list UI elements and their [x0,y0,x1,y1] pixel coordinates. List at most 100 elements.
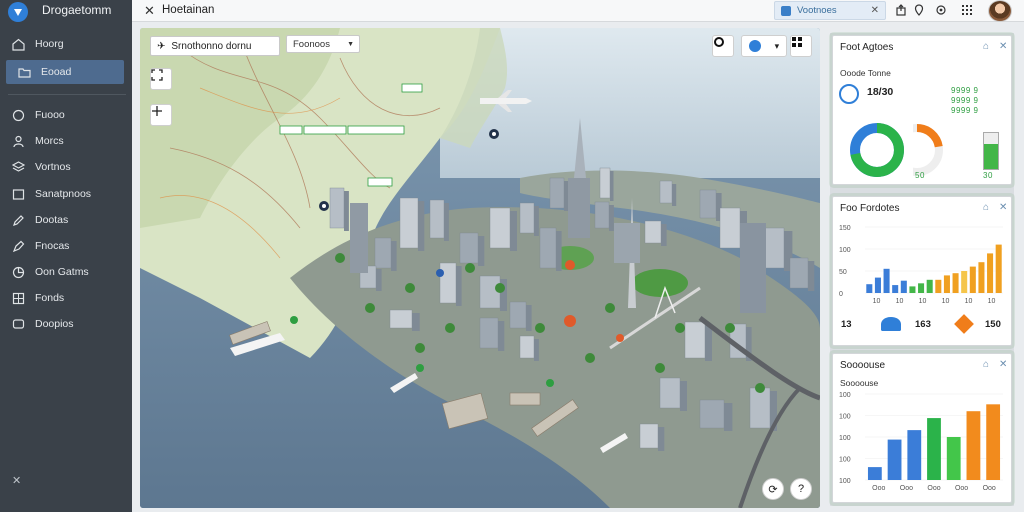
top-bar: ✕ Hoetainan Vootnoes ✕ [132,0,1024,22]
sidebar-item-label: Doopios [35,318,74,330]
bar [987,253,994,293]
level-label: 30 [983,171,993,180]
bar [952,273,959,293]
sessions-card: Soooouse ⌂ ✕ Soooouse 100 100 100 100 100 Ooo… [832,353,1012,503]
close-icon[interactable]: ✕ [999,41,1007,52]
close-icon[interactable]: ✕ [999,359,1007,370]
bar [986,404,1001,480]
forecast-stat: 163 [915,319,931,330]
rotate-icon [714,37,724,47]
bar [907,430,922,480]
map-view[interactable]: ✈ Srnothonno dornu Foonoos ▼ ▾ ⟳ ? [140,28,820,508]
folder-icon [18,67,31,78]
bar [969,266,976,293]
bar [995,244,1002,293]
sidebar-item-eooad[interactable]: Eooad [6,60,124,84]
overview-kpi: 18/30 [867,86,894,98]
bar [892,285,899,293]
help-button[interactable]: ? [790,478,812,500]
globe-icon [12,109,25,121]
x-tick-label: Ooo [900,485,913,492]
close-icon[interactable]: ✕ [144,3,155,19]
home-icon[interactable]: ⌂ [983,359,989,370]
message-icon [12,318,25,329]
recenter-icon: ⟳ [768,483,778,496]
sidebar-item-fuooo[interactable]: Fuooo [0,103,132,127]
grid-icon [792,37,802,47]
box-icon [12,188,25,200]
pin-icon[interactable] [912,3,926,17]
tab-close-icon[interactable]: ✕ [871,5,879,16]
x-tick-label: 10 [896,298,904,305]
bar [946,437,961,480]
share-icon[interactable] [894,3,908,17]
sidebar-item-morcs[interactable]: Morcs [0,129,132,153]
zoom-fit-button[interactable] [150,104,172,126]
forecast-stat: 150 [985,319,1001,330]
donut-chart [850,123,904,177]
apps-grid-icon[interactable] [960,3,974,17]
rotate-button[interactable] [712,35,734,57]
bar [961,271,968,293]
bar [935,279,942,293]
globe-icon [839,84,859,104]
y-tick-label: 100 [839,414,851,421]
bar [943,275,950,293]
sidebar: Drogaetomm Hoorg Eooad Fuooo Morcs Vortnos Sa… [0,0,132,512]
grid-icon [12,292,25,304]
map-select-value: Foonoos [293,38,330,50]
overview-card: Foot Agtoes ⌂ ✕ Ooode Tonne 18/30 9999 9… [832,35,1012,185]
y-tick-label: 100 [839,457,851,464]
bar [966,411,981,480]
home-icon [12,38,25,51]
bar [978,262,985,293]
y-tick-label: 100 [839,478,851,485]
recenter-button[interactable]: ⟳ [762,478,784,500]
sidebar-item-oon-gatms[interactable]: Oon Gatms [0,260,132,284]
page-title: Hoetainan [162,4,215,16]
sidebar-item-fnocas[interactable]: Fnocas [0,234,132,258]
grid-view-button[interactable] [790,35,812,57]
fullscreen-button[interactable] [150,68,172,90]
forecast-arrow-icon [954,314,974,334]
sidebar-item-dootas[interactable]: Dootas [0,208,132,232]
sidebar-item-label: Hoorg [35,38,64,50]
map-search-icon: ✈ [157,40,166,52]
sidebar-item-label: Fonds [35,292,65,304]
bar [866,284,873,293]
right-panel: Foot Agtoes ⌂ ✕ Ooode Tonne 18/30 9999 9… [830,33,1014,506]
x-tick-label: 10 [942,298,950,305]
sidebar-item-hoorg[interactable]: Hoorg [0,32,132,56]
sidebar-item-vortnos[interactable]: Vortnos [0,155,132,179]
tab-label: Vootnoes [797,5,837,16]
expand-icon [151,69,163,81]
x-tick-label: 10 [988,298,996,305]
map-layer-select[interactable]: Foonoos ▼ [286,35,360,53]
x-tick-label: Ooo [872,485,885,492]
tab-icon [781,5,791,16]
bar [927,418,941,480]
y-tick-label: 100 [839,435,851,442]
bar [874,277,881,293]
app-logo[interactable] [8,2,28,22]
close-icon[interactable]: ✕ [999,202,1007,213]
tab-active[interactable]: Vootnoes ✕ [774,1,886,20]
home-icon[interactable]: ⌂ [983,41,989,52]
overview-subtitle: Ooode Tonne [840,68,891,78]
bar [867,467,882,480]
collapse-sidebar-icon[interactable]: ✕ [12,474,21,487]
sidebar-item-fonds[interactable]: Fonds [0,286,132,310]
sidebar-item-doopios[interactable]: Doopios [0,312,132,336]
map-search[interactable]: ✈ Srnothonno dornu [150,36,280,56]
settings-icon[interactable] [934,3,948,17]
sessions-subtitle: Soooouse [840,378,879,388]
layer-control[interactable]: ▾ [741,35,787,57]
user-avatar[interactable] [988,0,1012,22]
sidebar-item-label: Eooad [41,66,72,78]
chevron-down-icon: ▾ [774,40,780,51]
lock-icon[interactable]: ⌂ [983,202,989,213]
gauge-label: 50 [915,171,925,180]
sidebar-item-sanatpnoos[interactable]: Sanatpnoos [0,182,132,206]
y-tick-label: 100 [839,392,851,399]
sidebar-divider [8,94,126,95]
